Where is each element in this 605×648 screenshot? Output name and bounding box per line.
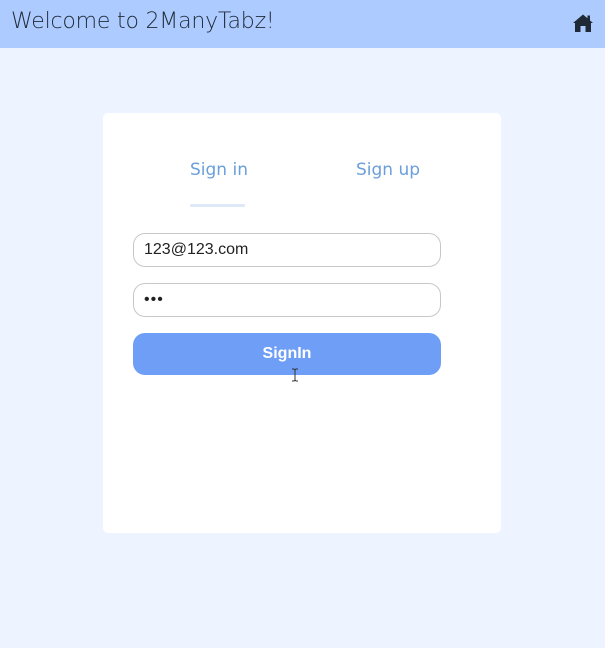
home-button[interactable] xyxy=(572,13,594,33)
email-field[interactable] xyxy=(133,233,441,267)
auth-card: Sign in Sign up SignIn xyxy=(103,113,501,533)
tab-sign-in[interactable]: Sign in xyxy=(190,160,248,180)
text-cursor-icon xyxy=(291,367,299,382)
password-field[interactable] xyxy=(133,283,441,317)
top-bar: Welcome to 2ManyTabz! xyxy=(0,0,605,48)
app-title: Welcome to 2ManyTabz! xyxy=(11,9,275,34)
sign-in-button[interactable]: SignIn xyxy=(133,333,441,375)
active-tab-indicator xyxy=(190,204,245,207)
tab-sign-up[interactable]: Sign up xyxy=(356,160,420,180)
home-icon xyxy=(572,13,594,33)
